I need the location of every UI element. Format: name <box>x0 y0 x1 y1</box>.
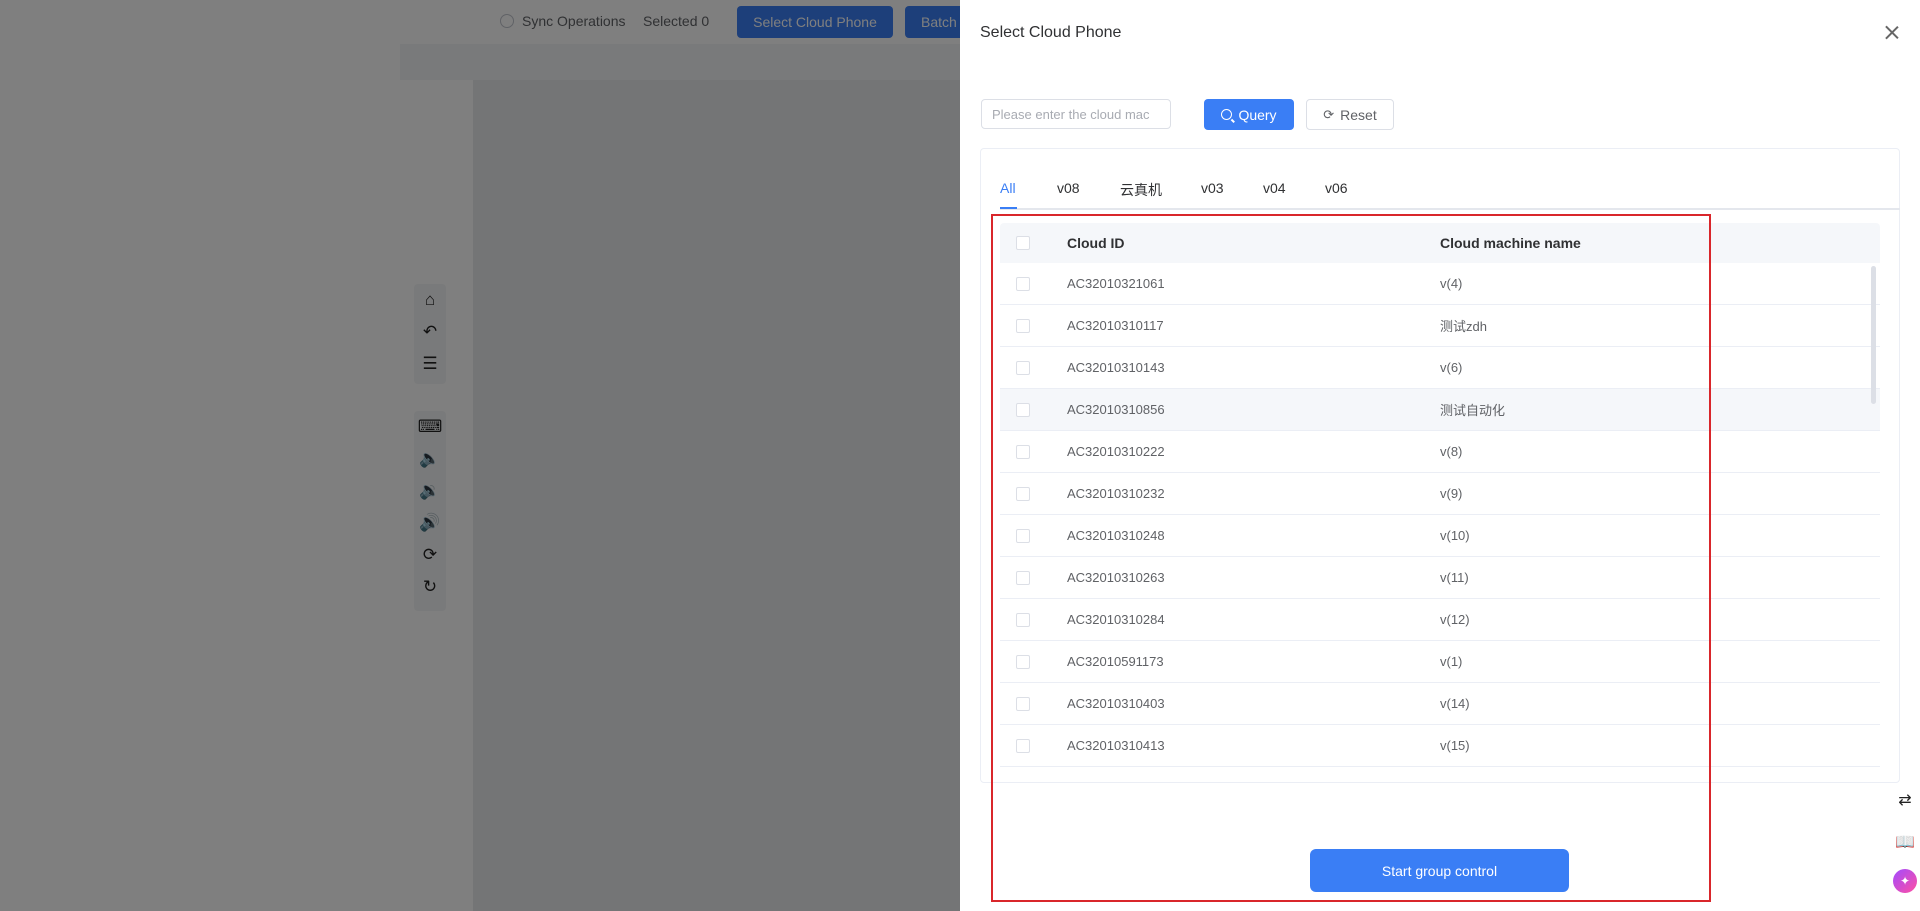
tab-cloud-real-machine[interactable]: 云真机 <box>1120 180 1162 200</box>
header-cloud-machine-name: Cloud machine name <box>1440 235 1581 251</box>
row-checkbox[interactable] <box>1016 402 1030 417</box>
table-row[interactable]: AC32010310143 v(6) <box>1000 347 1880 389</box>
header-cloud-id: Cloud ID <box>1067 235 1125 251</box>
query-button[interactable]: Query <box>1204 99 1294 130</box>
table-body: AC32010321061 v(4) AC32010310117 测试zdh AC320… <box>1000 263 1880 767</box>
cloud-id-cell: AC32010310248 <box>1067 528 1165 543</box>
row-checkbox[interactable] <box>1016 612 1030 627</box>
cloud-machine-name-cell: v(14) <box>1440 696 1470 711</box>
cloud-machine-name-cell: v(11) <box>1440 570 1469 585</box>
cloud-id-cell: AC32010321061 <box>1067 276 1165 291</box>
select-all-checkbox[interactable] <box>1016 236 1030 250</box>
cloud-phone-table: Cloud ID Cloud machine name AC3201032106… <box>1000 223 1880 767</box>
table-row[interactable]: AC32010310232 v(9) <box>1000 473 1880 515</box>
cloud-id-cell: AC32010310143 <box>1067 360 1165 375</box>
cloud-machine-name-cell: 测试自动化 <box>1440 403 1506 418</box>
translate-icon[interactable]: ⇄ <box>1890 785 1920 815</box>
refresh-icon: ⟳ <box>1323 106 1335 122</box>
cloud-id-cell: AC32010310403 <box>1067 696 1165 711</box>
select-cloud-phone-drawer: Select Cloud Phone Query ⟳ Reset All v08… <box>960 0 1920 911</box>
close-icon[interactable] <box>1881 22 1903 44</box>
start-group-control-button[interactable]: Start group control <box>1310 849 1569 892</box>
row-checkbox[interactable] <box>1016 486 1030 501</box>
table-row[interactable]: AC32010310284 v(12) <box>1000 599 1880 641</box>
table-row[interactable]: AC32010591173 v(1) <box>1000 641 1880 683</box>
table-row[interactable]: AC32010310403 v(14) <box>1000 683 1880 725</box>
row-checkbox[interactable] <box>1016 738 1030 753</box>
row-checkbox[interactable] <box>1016 318 1030 333</box>
tab-v08[interactable]: v08 <box>1057 180 1080 196</box>
cloud-id-cell: AC32010310117 <box>1067 318 1164 333</box>
cloud-id-cell: AC32010310413 <box>1067 738 1165 753</box>
side-floating-icons: ⇄ 📖 ✦ <box>1890 785 1920 905</box>
cloud-machine-name-cell: v(6) <box>1440 360 1463 375</box>
cloud-id-cell: AC32010591173 <box>1067 654 1164 669</box>
group-tabs: All v08 云真机 v03 v04 v06 <box>1000 178 1900 210</box>
cloud-machine-name-cell: v(4) <box>1440 276 1463 291</box>
table-row[interactable]: AC32010310263 v(11) <box>1000 557 1880 599</box>
cloud-machine-name-cell: v(1) <box>1440 654 1463 669</box>
cloud-id-cell: AC32010310284 <box>1067 612 1165 627</box>
row-checkbox[interactable] <box>1016 654 1030 669</box>
cloud-machine-name-cell: v(9) <box>1440 486 1463 501</box>
table-row[interactable]: AC32010310222 v(8) <box>1000 431 1880 473</box>
row-checkbox[interactable] <box>1016 696 1030 711</box>
drawer-title: Select Cloud Phone <box>980 24 1122 41</box>
row-checkbox[interactable] <box>1016 444 1030 459</box>
row-checkbox[interactable] <box>1016 276 1030 291</box>
cloud-machine-name-cell: v(8) <box>1440 444 1463 459</box>
table-row[interactable]: AC32010310413 v(15) <box>1000 725 1880 767</box>
cloud-id-cell: AC32010310222 <box>1067 444 1165 459</box>
row-checkbox[interactable] <box>1016 360 1030 375</box>
book-icon[interactable]: 📖 <box>1890 827 1920 857</box>
search-icon <box>1221 109 1233 120</box>
tab-all[interactable]: All <box>1000 180 1016 196</box>
table-header: Cloud ID Cloud machine name <box>1000 223 1880 263</box>
reset-button[interactable]: ⟳ Reset <box>1306 99 1394 130</box>
table-row[interactable]: AC32010310248 v(10) <box>1000 515 1880 557</box>
table-row[interactable]: AC32010310856 测试自动化 <box>1000 389 1880 431</box>
cloud-id-cell: AC32010310263 <box>1067 570 1165 585</box>
reset-label: Reset <box>1340 106 1377 123</box>
table-row[interactable]: AC32010310117 测试zdh <box>1000 305 1880 347</box>
cloud-machine-name-cell: v(12) <box>1440 612 1470 627</box>
tab-v03[interactable]: v03 <box>1201 180 1224 196</box>
query-label: Query <box>1238 106 1277 123</box>
active-tab-indicator <box>1000 207 1017 209</box>
cloud-machine-name-cell: 测试zdh <box>1440 319 1487 334</box>
table-row[interactable]: AC32010321061 v(4) <box>1000 263 1880 305</box>
search-input[interactable] <box>981 99 1171 129</box>
ai-assistant-icon[interactable]: ✦ <box>1893 869 1917 893</box>
cloud-machine-name-cell: v(15) <box>1440 738 1470 753</box>
tab-v04[interactable]: v04 <box>1263 180 1286 196</box>
cloud-machine-name-cell: v(10) <box>1440 528 1470 543</box>
table-scrollbar[interactable] <box>1871 266 1876 404</box>
row-checkbox[interactable] <box>1016 570 1030 585</box>
cloud-id-cell: AC32010310232 <box>1067 486 1165 501</box>
row-checkbox[interactable] <box>1016 528 1030 543</box>
cloud-id-cell: AC32010310856 <box>1067 402 1165 417</box>
tab-v06[interactable]: v06 <box>1325 180 1348 196</box>
